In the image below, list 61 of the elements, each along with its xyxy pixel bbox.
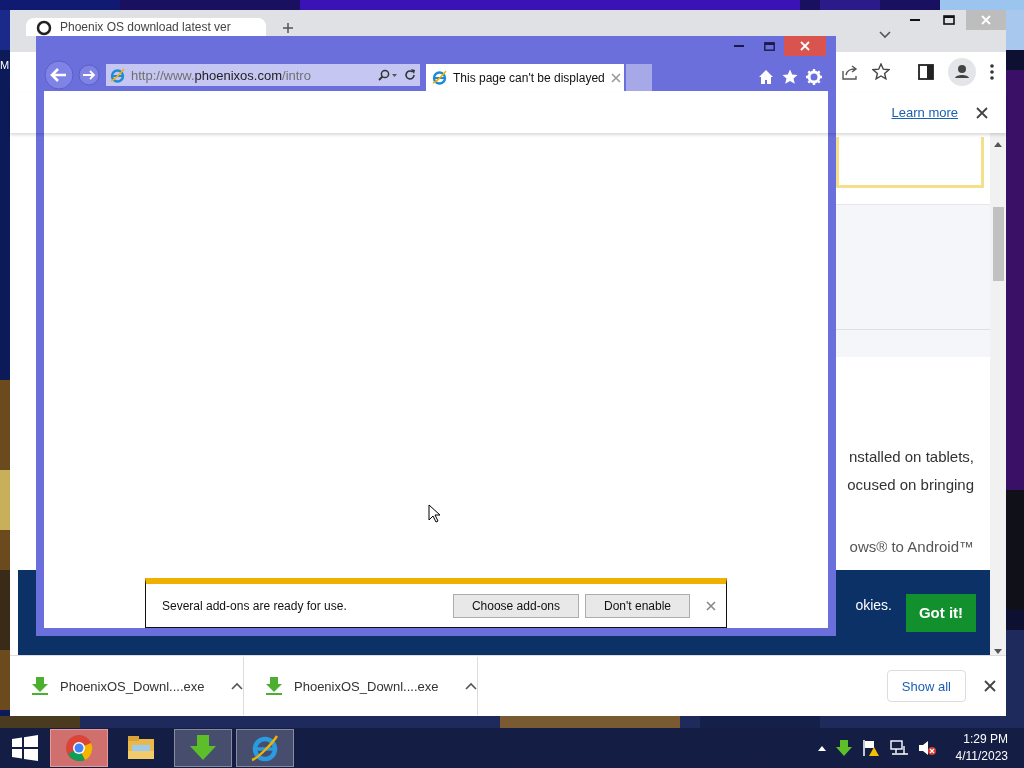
tab-title: Phoenix OS download latest ver xyxy=(60,20,231,34)
network-icon[interactable] xyxy=(889,740,908,756)
show-all-button[interactable]: Show all xyxy=(886,670,966,702)
maximize-icon xyxy=(763,41,775,51)
notification-button[interactable]: Don't enable xyxy=(585,593,690,618)
browser-tab[interactable]: Phoenix OS download latest ver xyxy=(26,18,266,36)
clock-date: 4/11/2023 xyxy=(955,748,1008,765)
notification-button[interactable]: Choose add-ons xyxy=(452,593,579,618)
browser-icon xyxy=(64,733,94,763)
tab-title: This page can't be displayed xyxy=(453,70,605,85)
download-arrow-icon[interactable] xyxy=(835,740,852,756)
star-icon[interactable] xyxy=(782,69,798,85)
close-icon xyxy=(981,15,991,25)
cookie-text: okies. xyxy=(855,596,892,613)
got-it-button[interactable]: Got it! xyxy=(906,593,976,632)
ie-logo-icon xyxy=(250,733,280,763)
body-text: nstalled on tablets, xyxy=(847,447,975,467)
scroll-up-icon[interactable] xyxy=(994,141,1002,147)
plus-icon[interactable] xyxy=(282,22,294,34)
close-icon xyxy=(800,41,810,51)
download-item[interactable]: PhoenixOS_Downl....exe xyxy=(244,657,478,715)
close-icon[interactable] xyxy=(984,680,996,692)
notification-message: Several add-ons are ready for use. xyxy=(162,598,348,613)
menu-icon[interactable] xyxy=(990,64,994,80)
scroll-down-icon[interactable] xyxy=(994,649,1002,655)
download-arrow-icon xyxy=(32,677,48,695)
close-button[interactable] xyxy=(784,36,826,56)
flag-warning-icon[interactable] xyxy=(861,740,880,756)
file-name: PhoenixOS_Downl....exe xyxy=(60,678,205,694)
caret-up-icon[interactable] xyxy=(230,682,243,690)
url-text: http://www.phoenixos.com/intro xyxy=(131,67,312,83)
file-name: PhoenixOS_Downl....exe xyxy=(294,678,439,694)
minimize-icon xyxy=(734,44,744,48)
star-icon[interactable] xyxy=(872,63,890,81)
close-icon[interactable] xyxy=(976,106,988,119)
speaker-muted-icon[interactable] xyxy=(917,740,936,756)
settings-icon[interactable] xyxy=(806,69,822,85)
address-bar[interactable]: http://www.phoenixos.com/intro xyxy=(106,64,420,86)
profile-icon[interactable] xyxy=(948,58,976,86)
clock[interactable]: 1:29 PM 4/11/2023 xyxy=(955,731,1008,765)
scrollbar-thumb[interactable] xyxy=(993,207,1004,281)
ie-logo-icon xyxy=(110,67,125,83)
learn-more-link[interactable]: Learn more xyxy=(891,105,958,120)
body-text: ocused on bringing xyxy=(846,475,975,495)
windows-start-icon[interactable] xyxy=(11,734,39,762)
side-panel-icon[interactable] xyxy=(918,64,934,80)
mouse-cursor-icon xyxy=(428,504,440,523)
clock-time: 1:29 PM xyxy=(963,731,1008,748)
browser-tab[interactable]: This page can't be displayed xyxy=(426,64,624,91)
refresh-icon[interactable] xyxy=(404,69,416,81)
caret-up-icon[interactable] xyxy=(464,682,477,690)
download-arrow-icon xyxy=(266,677,282,695)
caret-down-icon[interactable] xyxy=(878,30,892,40)
maximize-icon xyxy=(943,15,955,25)
search-icon[interactable] xyxy=(378,69,398,81)
body-text: ows® to Android™ xyxy=(848,539,975,555)
home-icon[interactable] xyxy=(758,69,774,85)
caret-up-icon[interactable] xyxy=(817,745,826,751)
ie-logo-icon xyxy=(432,70,447,85)
download-item[interactable]: PhoenixOS_Downl....exe xyxy=(10,657,244,715)
share-icon[interactable] xyxy=(842,64,858,80)
